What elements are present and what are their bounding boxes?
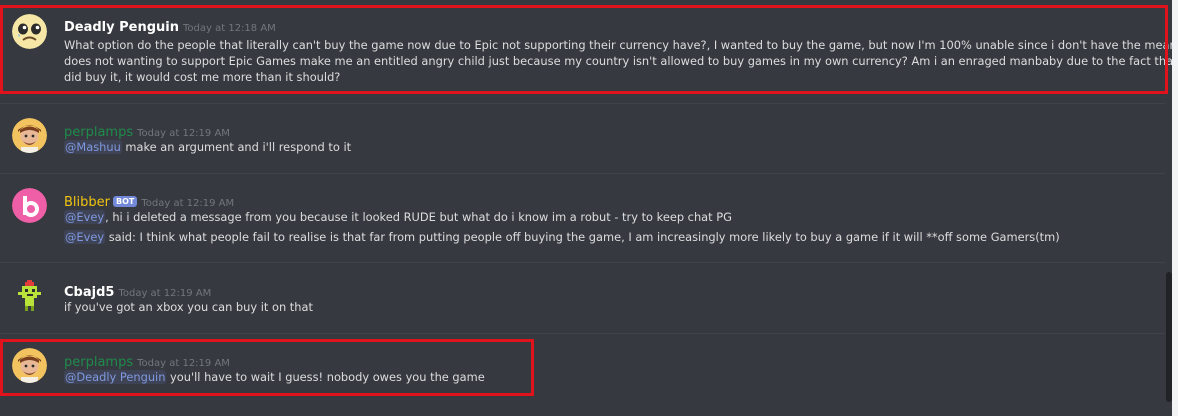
- message-text: if you've got an xbox you can buy it on …: [64, 300, 313, 314]
- message-blibber: Blibber BOT Today at 12:19 AM @Evey, hi i …: [0, 176, 1165, 254]
- author-name[interactable]: Blibber: [64, 195, 110, 210]
- message-line: @Mashuu make an argument and i'll respon…: [64, 139, 1147, 155]
- timestamp: Today at 12:19 AM: [137, 128, 230, 139]
- message-divider: [0, 333, 1165, 334]
- message-perplamps-reply: perplamps Today at 12:19 AM @Deadly Pengu…: [0, 336, 1165, 400]
- timestamp: Today at 12:19 AM: [141, 198, 235, 209]
- author-name[interactable]: perplamps: [64, 125, 133, 140]
- message-content: @Deadly Penguin you'll have to wait I gu…: [64, 369, 1147, 385]
- user-mention[interactable]: @Mashuu: [64, 140, 122, 154]
- message-divider: [0, 103, 1165, 104]
- message-content: if you've got an xbox you can buy it on …: [64, 299, 1147, 315]
- message-line: @Evey, hi i deleted a message from you b…: [64, 209, 1147, 225]
- message-content: @Evey, hi i deleted a message from you b…: [64, 209, 1147, 245]
- user-mention[interactable]: @Evey: [64, 230, 106, 244]
- timestamp: Today at 12:19 AM: [137, 358, 230, 369]
- author-name[interactable]: Cbajd5: [64, 285, 114, 300]
- message-line: @Deadly Penguin you'll have to wait I gu…: [64, 369, 1147, 385]
- message-text: you'll have to wait I guess! nobody owes…: [166, 370, 485, 384]
- message-list: Deadly Penguin Today at 12:18 AM What opt…: [0, 0, 1178, 416]
- author-name[interactable]: perplamps: [64, 355, 133, 370]
- message-text: said: I think what people fail to realis…: [105, 230, 1060, 244]
- bot-badge: BOT: [113, 196, 138, 207]
- message-perplamps: perplamps Today at 12:19 AM @Mashuu make …: [0, 106, 1165, 170]
- user-mention[interactable]: @Deadly Penguin: [64, 370, 167, 384]
- pixel-character-icon[interactable]: [12, 278, 47, 313]
- message-content: @Mashuu make an argument and i'll respon…: [64, 139, 1147, 155]
- timestamp: Today at 12:19 AM: [118, 288, 212, 299]
- message-divider: [0, 173, 1165, 174]
- message-content: What option do the people that literally…: [64, 37, 1178, 85]
- message-text: , hi i deleted a message from you becaus…: [105, 210, 732, 224]
- message-header: perplamps Today at 12:19 AM: [64, 121, 230, 140]
- message-deadly-penguin: Deadly Penguin Today at 12:18 AM What opt…: [0, 0, 1178, 96]
- message-line: What option do the people that literally…: [64, 38, 1178, 52]
- message-cbajd5: Cbajd5 Today at 12:19 AM if you've got an…: [0, 266, 1165, 328]
- message-header: Cbajd5 Today at 12:19 AM: [64, 281, 211, 300]
- message-header: perplamps Today at 12:19 AM: [64, 351, 230, 370]
- message-divider: [0, 262, 1165, 263]
- message-header: Deadly Penguin Today at 12:18 AM: [64, 16, 276, 35]
- message-line: does not wanting to support Epic Games m…: [64, 54, 1178, 68]
- cartoon-person-icon[interactable]: [12, 348, 47, 383]
- cartoon-person-icon[interactable]: [12, 118, 47, 153]
- message-line: @Evey said: I think what people fail to …: [64, 229, 1147, 245]
- crying-face-icon[interactable]: [12, 14, 47, 49]
- author-name[interactable]: Deadly Penguin: [64, 20, 179, 35]
- window-edge: [1172, 0, 1178, 416]
- message-text: make an argument and i'll respond to it: [121, 140, 352, 154]
- message-line: did buy it, it would cost me more than i…: [64, 70, 341, 84]
- timestamp: Today at 12:18 AM: [183, 23, 276, 34]
- user-mention[interactable]: @Evey: [64, 210, 106, 224]
- message-header: Blibber BOT Today at 12:19 AM: [64, 191, 234, 210]
- pink-b-logo-icon[interactable]: [12, 188, 47, 223]
